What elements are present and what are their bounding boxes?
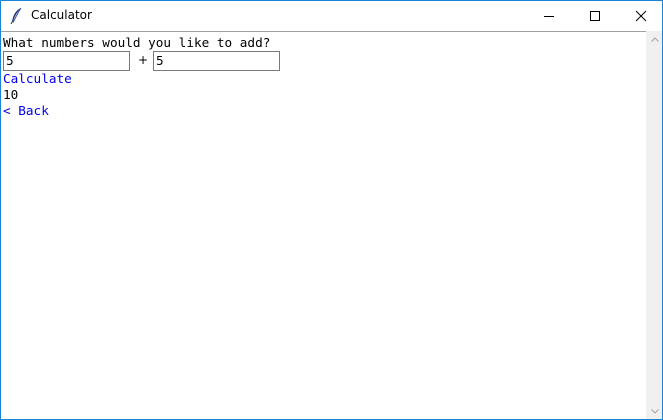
close-icon <box>635 10 647 22</box>
feather-icon <box>9 7 25 25</box>
calculator-window: Calculator What numbers would you like t… <box>0 0 663 420</box>
scroll-up-button[interactable] <box>647 31 662 48</box>
first-number-input[interactable] <box>3 51 130 71</box>
chevron-up-icon <box>651 37 659 42</box>
chevron-down-icon <box>651 409 659 414</box>
back-link[interactable]: < Back <box>3 103 49 119</box>
question-label: What numbers would you like to add? <box>3 35 271 50</box>
window-title: Calculator <box>31 8 92 22</box>
plus-sign: + <box>138 53 149 67</box>
scroll-down-button[interactable] <box>647 403 662 419</box>
calculate-link[interactable]: Calculate <box>3 71 72 87</box>
maximize-button[interactable] <box>572 1 618 31</box>
client-area: What numbers would you like to add? + Ca… <box>1 32 646 419</box>
second-number-input[interactable] <box>153 51 280 71</box>
close-button[interactable] <box>618 1 662 31</box>
title-bar[interactable]: Calculator <box>1 1 662 31</box>
result-value: 10 <box>3 87 19 102</box>
maximize-icon <box>590 11 600 21</box>
minimize-button[interactable] <box>526 1 572 31</box>
vertical-scrollbar[interactable] <box>646 31 662 419</box>
minimize-icon <box>544 16 554 17</box>
